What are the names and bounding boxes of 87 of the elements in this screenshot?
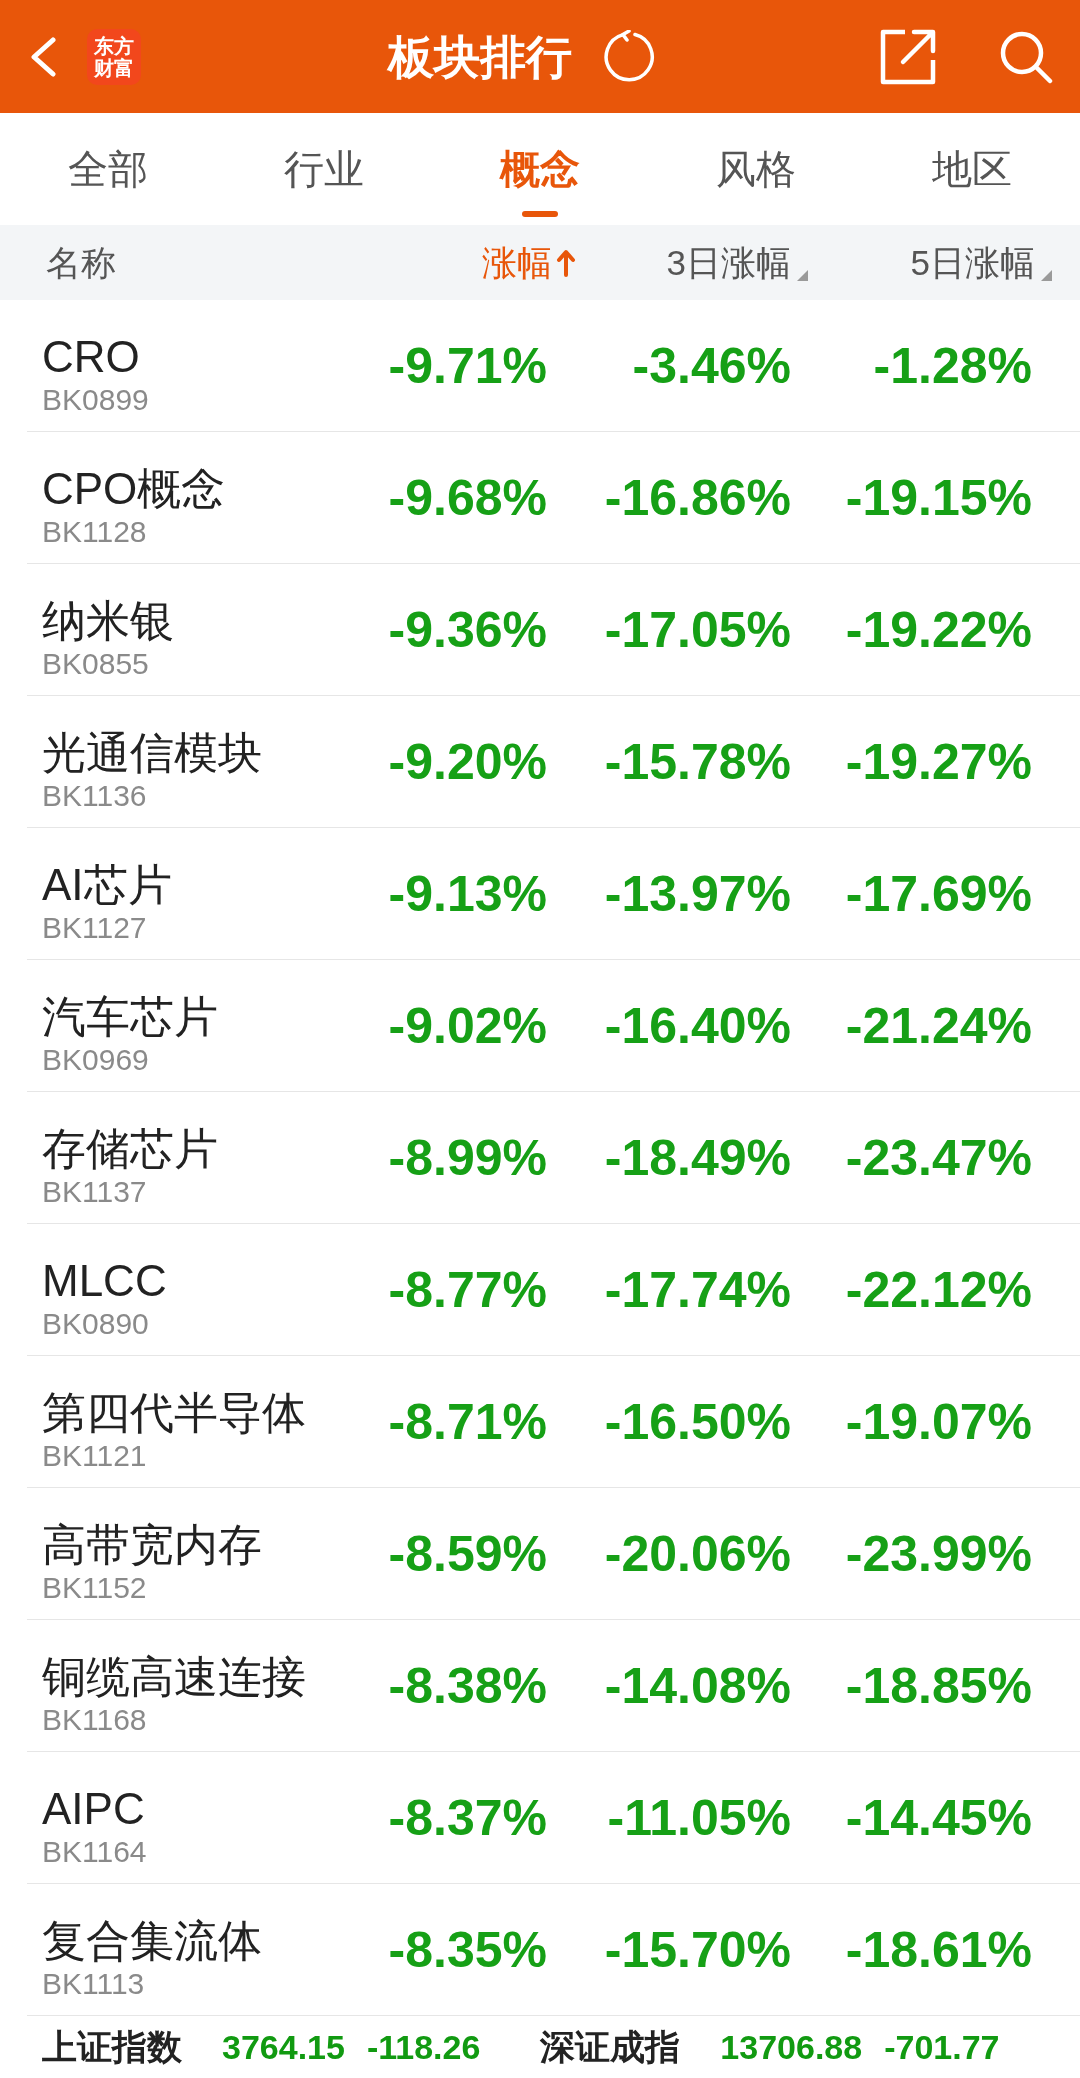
tab[interactable]: 地区	[864, 113, 1080, 225]
index-value: 3764.15	[222, 2027, 345, 2068]
change-3d-value: -15.70%	[604, 1920, 791, 1979]
change-3d-value: -11.05%	[607, 1788, 791, 1847]
sector-name: AI芯片	[42, 859, 172, 911]
change-3d-value: -15.78%	[604, 732, 791, 791]
change-3d-value: -16.50%	[604, 1392, 791, 1451]
change-value: -8.71%	[388, 1392, 547, 1451]
change-value: -8.37%	[388, 1788, 547, 1847]
sector-name: 光通信模块	[42, 727, 262, 779]
sector-name: CPO概念	[42, 463, 226, 515]
index-value: 13706.88	[720, 2027, 863, 2068]
sector-code: BK1137	[42, 1175, 147, 1209]
sector-code: BK0969	[42, 1043, 149, 1077]
change-5d-value: -1.28%	[873, 336, 1032, 395]
refresh-icon[interactable]	[602, 29, 656, 84]
change-value: -9.71%	[388, 336, 547, 395]
sector-name: CRO	[42, 331, 140, 383]
app-logo: 东方 财富	[87, 28, 141, 85]
sector-code: BK1128	[42, 515, 147, 549]
index-change: -701.77	[884, 2027, 1000, 2068]
sector-name: AIPC	[42, 1783, 145, 1835]
sort-triangle-icon	[797, 269, 808, 281]
sort-triangle-icon	[1041, 269, 1052, 281]
change-5d-value: -23.47%	[845, 1128, 1032, 1187]
sector-code: BK1164	[42, 1835, 147, 1869]
change-3d-value: -20.06%	[604, 1524, 791, 1583]
tab[interactable]: 概念	[432, 113, 648, 225]
sector-code: BK1113	[42, 1967, 145, 2001]
sector-code: BK0890	[42, 1307, 149, 1341]
sector-code: BK1121	[42, 1439, 147, 1473]
change-value: -8.77%	[388, 1260, 547, 1319]
change-value: -8.99%	[388, 1128, 547, 1187]
change-5d-value: -19.22%	[845, 600, 1032, 659]
tab[interactable]: 风格	[648, 113, 864, 225]
change-3d-value: -14.08%	[604, 1656, 791, 1715]
change-5d-value: -18.85%	[845, 1656, 1032, 1715]
change-5d-value: -21.24%	[845, 996, 1032, 1055]
change-3d-value: -17.74%	[604, 1260, 791, 1319]
change-5d-value: -14.45%	[845, 1788, 1032, 1847]
sector-name: 复合集流体	[42, 1915, 262, 1967]
change-value: -8.38%	[388, 1656, 547, 1715]
sector-code: BK0899	[42, 383, 149, 417]
tab[interactable]: 全部	[0, 113, 216, 225]
change-value: -9.13%	[388, 864, 547, 923]
column-header[interactable]: 名称	[46, 240, 116, 285]
change-value: -9.36%	[388, 600, 547, 659]
change-3d-value: -17.05%	[604, 600, 791, 659]
index-change: -118.26	[366, 2027, 481, 2068]
sector-code: BK0855	[42, 647, 149, 681]
sector-name: 第四代半导体	[42, 1387, 306, 1439]
change-value: -9.20%	[388, 732, 547, 791]
sector-name: 高带宽内存	[42, 1519, 262, 1571]
change-3d-value: -3.46%	[632, 336, 791, 395]
sector-name: MLCC	[42, 1255, 167, 1307]
change-5d-value: -18.61%	[845, 1920, 1032, 1979]
change-5d-value: -19.15%	[845, 468, 1032, 527]
back-icon[interactable]	[29, 36, 57, 77]
change-5d-value: -23.99%	[845, 1524, 1032, 1583]
tab[interactable]: 行业	[216, 113, 432, 225]
change-3d-value: -18.49%	[604, 1128, 791, 1187]
change-5d-value: -19.07%	[845, 1392, 1032, 1451]
change-value: -9.02%	[388, 996, 547, 1055]
sector-code: BK1152	[42, 1571, 147, 1605]
change-3d-value: -16.40%	[604, 996, 791, 1055]
column-header[interactable]: 5日涨幅	[910, 240, 1052, 285]
sector-code: BK1136	[42, 779, 147, 813]
change-value: -9.68%	[388, 468, 547, 527]
column-header[interactable]: 3日涨幅	[666, 240, 808, 285]
sector-code: BK1168	[42, 1703, 147, 1737]
index-name: 上证指数	[42, 2026, 182, 2068]
sector-name: 铜缆高速连接	[42, 1651, 306, 1703]
change-value: -8.59%	[388, 1524, 547, 1583]
sector-name: 存储芯片	[42, 1123, 218, 1175]
page-title: 板块排行	[388, 29, 572, 85]
sector-name: 纳米银	[42, 595, 174, 647]
change-5d-value: -17.69%	[845, 864, 1032, 923]
change-3d-value: -13.97%	[604, 864, 791, 923]
index-name: 深证成指	[540, 2026, 681, 2068]
change-3d-value: -16.86%	[604, 468, 791, 527]
change-value: -8.35%	[388, 1920, 547, 1979]
search-icon[interactable]	[999, 29, 1053, 84]
share-icon[interactable]	[879, 27, 937, 86]
change-5d-value: -22.12%	[845, 1260, 1032, 1319]
change-5d-value: -19.27%	[845, 732, 1032, 791]
sector-code: BK1127	[42, 911, 147, 945]
sector-name: 汽车芯片	[42, 991, 218, 1043]
